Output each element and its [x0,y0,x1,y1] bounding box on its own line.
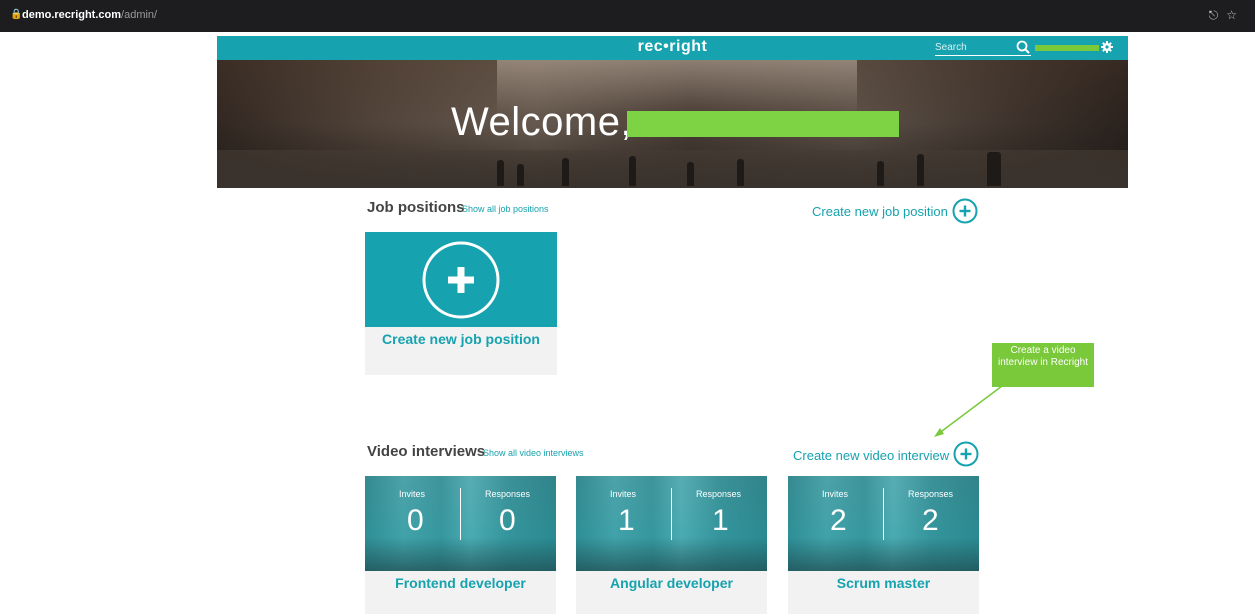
hero-banner: Welcome, [217,60,1128,188]
plus-circle-icon [422,241,500,319]
invites-count: 0 [407,504,424,537]
interview-card-label: Frontend developer [395,575,526,591]
hero-person [737,159,744,186]
share-icon[interactable]: ⎋ [1209,8,1227,22]
browser-address-bar[interactable]: 🔒 demo.recright.com/admin/ ⎋☆ [0,0,1255,32]
annotation-callout: Create a video interview in Recright [992,343,1094,387]
user-name-redacted[interactable] [1035,45,1099,51]
create-job-position-link[interactable]: Create new job position [812,204,948,219]
gear-icon[interactable] [1101,41,1113,53]
hero-person [877,161,884,186]
video-interview-card[interactable]: Invites Responses 2 2 Scrum master [788,476,979,614]
responses-count: 1 [712,504,729,537]
url-path: /admin/ [121,9,158,21]
annotation-arrow [934,385,1003,437]
plus-circle-icon[interactable] [952,198,978,224]
app-header: rec•right [217,36,1128,60]
video-interviews-title: Video interviews [367,443,486,460]
responses-count: 0 [499,504,516,537]
address-url[interactable]: demo.recright.com/admin/ [22,9,157,21]
create-video-interview-link[interactable]: Create new video interview [793,448,949,463]
show-all-job-positions-link[interactable]: Show all job positions [462,204,549,214]
star-icon[interactable]: ☆ [1226,8,1245,22]
interview-card-people [576,537,767,571]
responses-label: Responses [908,489,954,499]
browser-actions: ⎋☆ [1209,8,1245,23]
hero-person [987,152,1001,186]
stat-divider [460,488,461,540]
hero-person [687,162,694,186]
responses-label: Responses [696,489,742,499]
welcome-heading: Welcome, [451,100,633,144]
plus-circle-icon[interactable] [953,441,979,467]
stat-divider [883,488,884,540]
interview-card-people [365,537,556,571]
hero-person [629,156,636,186]
hero-person [562,158,569,186]
invites-label: Invites [610,489,637,499]
stat-divider [671,488,672,540]
show-all-video-interviews-link[interactable]: Show all video interviews [483,448,584,458]
invites-count: 2 [830,504,847,537]
responses-label: Responses [485,489,531,499]
interview-card-people [788,537,979,571]
video-interview-card[interactable]: Invites Responses 1 1 Angular developer [576,476,767,614]
url-host: demo.recright.com [22,9,122,21]
lock-icon: 🔒 [10,9,23,20]
invites-label: Invites [399,489,426,499]
interview-card-label: Scrum master [836,575,931,591]
job-positions-title: Job positions [367,199,465,216]
job-card-label: Create new job position [382,331,540,347]
hero-person [497,160,504,186]
hero-person [517,164,524,186]
create-job-position-card[interactable]: Create new job position [365,232,557,375]
hero-person [917,154,924,186]
video-interview-card[interactable]: Invites Responses 0 0 Frontend developer [365,476,556,614]
invites-label: Invites [822,489,849,499]
responses-count: 2 [922,504,939,537]
invites-count: 1 [618,504,635,537]
user-name-redacted [627,111,899,137]
interview-card-label: Angular developer [610,575,733,591]
search-icon[interactable] [1015,39,1031,55]
